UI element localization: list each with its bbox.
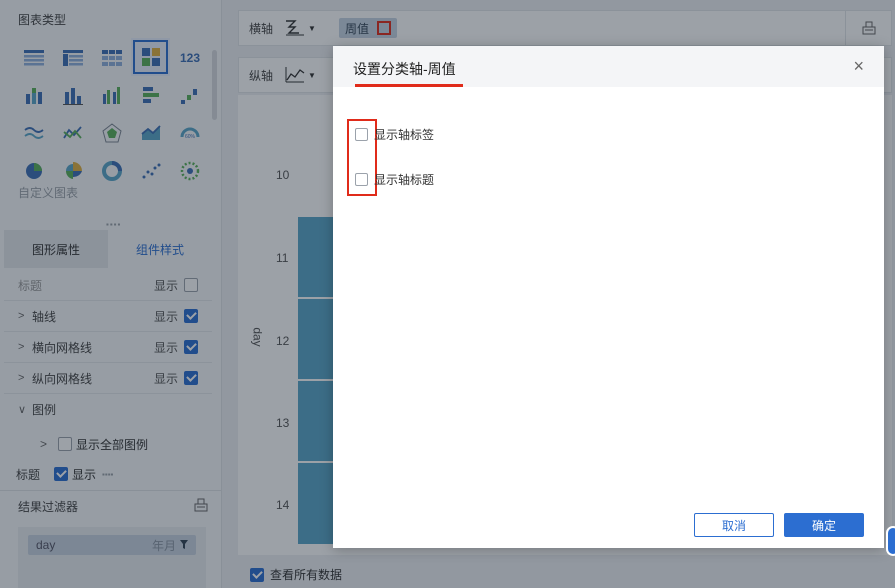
- dialog-header: 设置分类轴-周值 ×: [333, 46, 884, 87]
- close-icon[interactable]: ×: [853, 56, 864, 77]
- show-axis-labels-option[interactable]: 显示轴标签: [355, 126, 434, 143]
- show-axis-labels-checkbox[interactable]: [355, 128, 368, 141]
- ok-button[interactable]: 确定: [784, 513, 864, 537]
- floating-helper-icon[interactable]: [886, 526, 895, 556]
- dialog-title: 设置分类轴-周值: [353, 61, 456, 77]
- category-axis-dialog: 设置分类轴-周值 × 显示轴标签 显示轴标题 取消 确定: [333, 46, 884, 548]
- title-highlight-mark: [355, 84, 463, 87]
- show-axis-labels-text: 显示轴标签: [374, 128, 435, 142]
- cancel-button[interactable]: 取消: [694, 513, 774, 537]
- show-axis-title-text: 显示轴标题: [374, 173, 435, 187]
- show-axis-title-checkbox[interactable]: [355, 173, 368, 186]
- show-axis-title-option[interactable]: 显示轴标题: [355, 171, 434, 188]
